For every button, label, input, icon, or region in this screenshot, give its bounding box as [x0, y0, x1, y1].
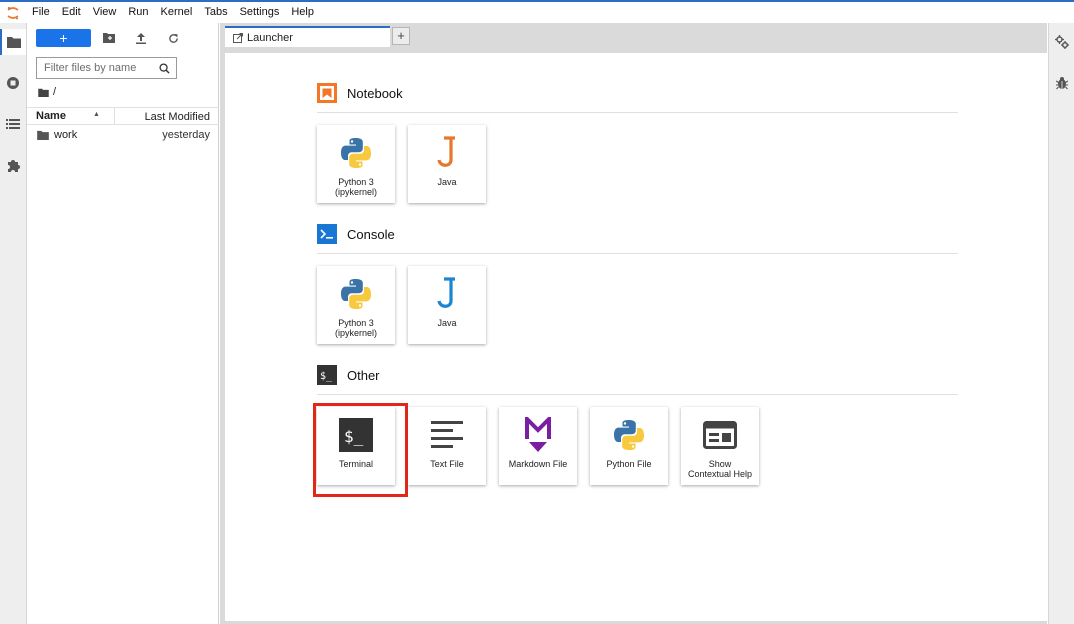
- card-notebook-java[interactable]: Java: [408, 125, 486, 203]
- launcher-tab-icon: [233, 32, 243, 43]
- menu-edit[interactable]: Edit: [56, 2, 87, 23]
- section-other-label: Other: [347, 367, 380, 383]
- card-label: Show Contextual Help: [687, 459, 753, 479]
- section-notebook-title: Notebook: [317, 83, 403, 103]
- notebook-section-icon: [317, 83, 337, 103]
- left-activity-bar: [0, 23, 27, 624]
- main-dock-area: Launcher + Notebook Python 3 (ipykernel): [220, 23, 1047, 624]
- debugger-bug-icon[interactable]: [1049, 70, 1074, 96]
- other-section-icon: $_: [317, 365, 337, 385]
- card-console-java[interactable]: Java: [408, 266, 486, 344]
- search-icon: [159, 62, 170, 74]
- table-of-contents-icon[interactable]: [0, 111, 26, 137]
- refresh-icon[interactable]: [163, 29, 183, 47]
- right-activity-bar: [1048, 23, 1074, 624]
- section-divider: [317, 112, 958, 113]
- section-notebook-label: Notebook: [347, 85, 403, 101]
- file-browser-panel: + Filter files by name / Name ▲ Last Mod…: [27, 23, 219, 624]
- sort-ascending-icon: ▲: [93, 111, 100, 118]
- python-logo-icon: [590, 415, 668, 455]
- add-tab-button[interactable]: +: [392, 27, 410, 45]
- card-text-file[interactable]: Text File: [408, 407, 486, 485]
- column-name-header[interactable]: Name: [36, 110, 66, 122]
- launcher-panel: Notebook Python 3 (ipykernel) Java Conso…: [225, 47, 1047, 621]
- folder-icon: [38, 88, 49, 97]
- card-label: Markdown File: [508, 459, 568, 469]
- card-label: Python File: [606, 459, 652, 469]
- card-label: Java: [437, 177, 457, 187]
- java-j-icon: [408, 133, 486, 173]
- menu-settings[interactable]: Settings: [234, 2, 286, 23]
- file-name: work: [54, 129, 78, 141]
- breadcrumb[interactable]: /: [38, 86, 56, 98]
- section-divider: [317, 394, 958, 395]
- terminal-highlight-box: [313, 403, 408, 497]
- python-logo-icon: [317, 274, 395, 314]
- text-file-icon: [408, 415, 486, 455]
- jupyter-logo-icon: [0, 2, 26, 23]
- menu-view[interactable]: View: [87, 2, 123, 23]
- new-launcher-button[interactable]: +: [36, 29, 91, 47]
- python-logo-icon: [317, 133, 395, 173]
- menu-run[interactable]: Run: [122, 2, 154, 23]
- file-list-header: Name ▲ Last Modified: [27, 107, 219, 125]
- file-row[interactable]: work yesterday: [27, 127, 219, 144]
- property-inspector-icon[interactable]: [1049, 29, 1074, 55]
- breadcrumb-root[interactable]: /: [53, 86, 56, 98]
- menu-kernel[interactable]: Kernel: [155, 2, 199, 23]
- menu-file[interactable]: File: [26, 2, 56, 23]
- new-folder-icon[interactable]: [99, 29, 119, 47]
- section-console-title: Console: [317, 224, 395, 244]
- card-label: Python 3 (ipykernel): [334, 177, 377, 197]
- console-section-icon: [317, 224, 337, 244]
- column-modified-header[interactable]: Last Modified: [145, 111, 210, 123]
- tab-bar: Launcher +: [220, 23, 1047, 47]
- folder-icon: [37, 130, 49, 140]
- card-notebook-python3[interactable]: Python 3 (ipykernel): [317, 125, 395, 203]
- card-label: Java: [437, 318, 457, 328]
- contextual-help-icon: [681, 415, 759, 455]
- card-python-file[interactable]: Python File: [590, 407, 668, 485]
- section-other-title: $_ Other: [317, 365, 380, 385]
- card-console-python3[interactable]: Python 3 (ipykernel): [317, 266, 395, 344]
- card-label: Text File: [430, 459, 464, 469]
- markdown-icon: [499, 415, 577, 455]
- running-sessions-icon[interactable]: [0, 70, 26, 96]
- column-separator: [114, 108, 115, 125]
- menu-tabs[interactable]: Tabs: [198, 2, 233, 23]
- card-contextual-help[interactable]: Show Contextual Help: [681, 407, 759, 485]
- section-console-label: Console: [347, 226, 395, 242]
- file-modified: yesterday: [162, 129, 210, 141]
- extension-manager-icon[interactable]: [0, 152, 26, 178]
- tab-launcher-label: Launcher: [247, 31, 293, 44]
- file-browser-tab-icon[interactable]: [0, 29, 26, 55]
- upload-icon[interactable]: [131, 29, 151, 47]
- filter-files-input[interactable]: Filter files by name: [36, 57, 177, 79]
- tab-launcher[interactable]: Launcher: [225, 26, 390, 47]
- section-divider: [317, 253, 958, 254]
- menubar: File Edit View Run Kernel Tabs Settings …: [0, 2, 1074, 23]
- svg-text:$_: $_: [320, 371, 333, 382]
- menu-help[interactable]: Help: [285, 2, 320, 23]
- card-markdown-file[interactable]: Markdown File: [499, 407, 577, 485]
- java-j-icon: [408, 274, 486, 314]
- card-label: Python 3 (ipykernel): [334, 318, 377, 338]
- filter-placeholder: Filter files by name: [44, 62, 137, 74]
